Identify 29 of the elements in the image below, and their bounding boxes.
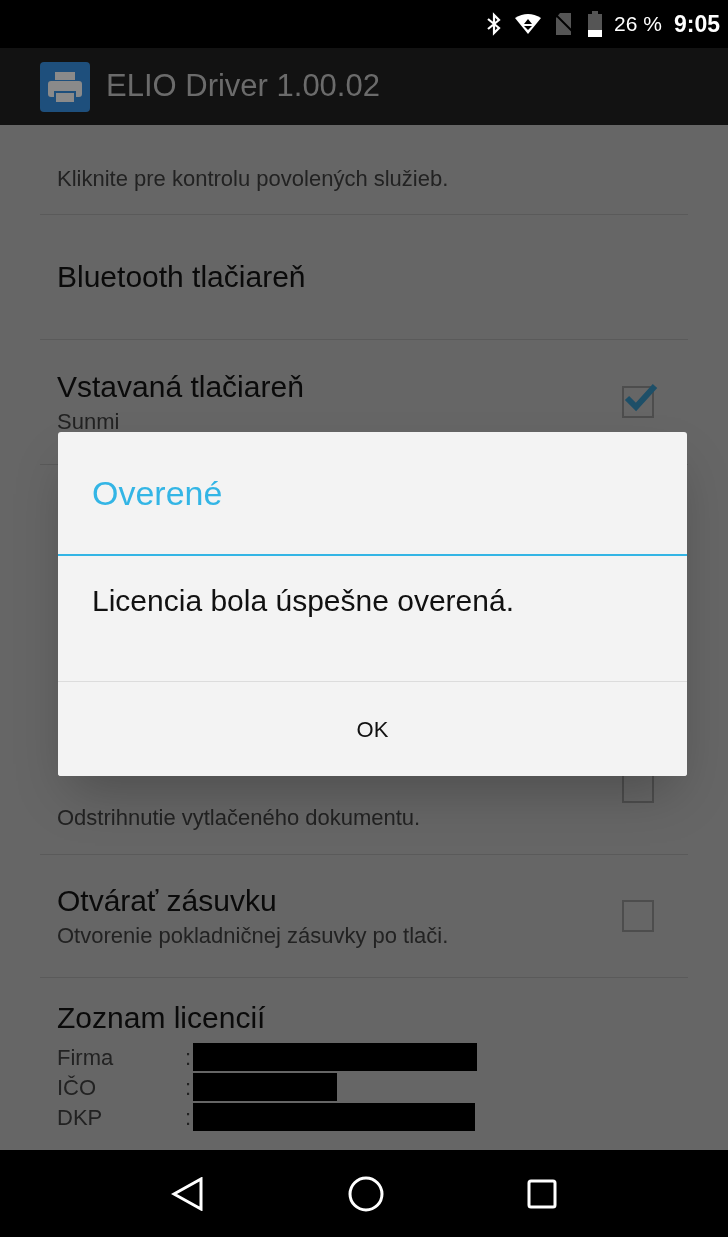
home-icon[interactable] <box>348 1175 384 1212</box>
battery-icon <box>588 11 603 37</box>
setting-title: Otvárať zásuvku <box>57 883 278 919</box>
battery-level: 26 % <box>614 11 662 38</box>
back-icon[interactable] <box>171 1176 206 1211</box>
wifi-icon <box>514 13 543 35</box>
setting-summary: Odstrihnutie vytlačeného dokumentu. <box>57 804 421 832</box>
dialog-title: Overené <box>92 472 223 514</box>
printer-app-icon <box>40 61 90 112</box>
separator-colon: : <box>185 1073 193 1102</box>
separator-colon: : <box>185 1043 193 1072</box>
setting-title: Vstavaná tlačiareň <box>57 369 304 405</box>
checkbox[interactable] <box>622 386 654 418</box>
clock: 9:05 <box>673 9 720 39</box>
separator-colon: : <box>185 1103 193 1132</box>
section-title: Zoznam licencií <box>57 1000 267 1036</box>
field-label: DKP <box>57 1103 104 1132</box>
field-label: Firma <box>57 1043 115 1072</box>
setting-summary: Otvorenie pokladničnej zásuvky po tlači. <box>57 922 449 950</box>
dialog-message: Licencia bola úspešne overená. <box>92 583 514 619</box>
field-label: IČO <box>57 1073 98 1102</box>
ok-button[interactable]: OK <box>58 682 687 776</box>
setting-title: Bluetooth tlačiareň <box>57 259 306 295</box>
bluetooth-icon <box>486 12 503 36</box>
app-title: ELIO Driver 1.00.02 <box>106 67 380 106</box>
recent-apps-icon[interactable] <box>526 1178 557 1209</box>
setting-summary: Kliknite pre kontrolu povolených služieb. <box>57 165 449 193</box>
setting-summary: Sunmi <box>57 408 121 436</box>
checkbox[interactable] <box>622 900 654 932</box>
